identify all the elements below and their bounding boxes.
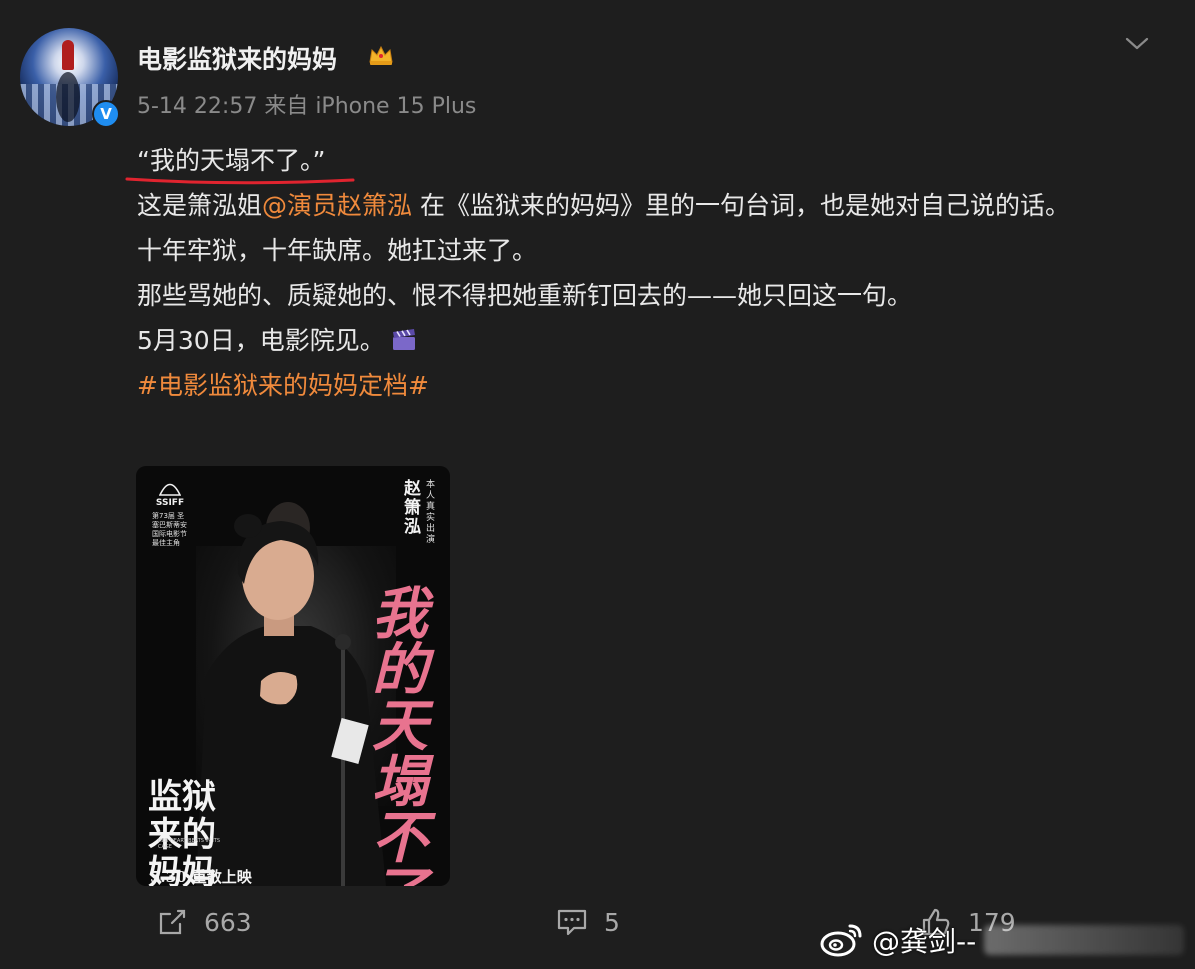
repost-count: 663 [204,907,252,937]
festival-logo: SSIFF [152,480,188,508]
poster-film-title-en: HER HEART BEATS IN ITS CAGE [158,838,221,850]
actor-note: 本人真实出演 [426,480,436,545]
post-line-2: 这是箫泓姐@演员赵箫泓 在《监狱来的妈妈》里的一句台词，也是她对自己说的话。 [137,183,1157,228]
hashtag-link[interactable]: #电影监狱来的妈妈定档# [137,363,1157,408]
line5-text: 5月30日，电影院见。 [137,326,385,355]
line2-suffix: 在《监狱来的妈妈》里的一句台词，也是她对自己说的话。 [412,191,1070,220]
festival-logo-text: SSIFF [155,498,185,508]
watermark-blur [984,925,1185,955]
shell-icon [159,483,181,496]
comment-icon [557,909,587,936]
comment-count: 5 [604,907,620,937]
line2-prefix: 这是箫泓姐 [137,191,263,220]
red-underline-mark [125,177,355,185]
mention-link[interactable]: @演员赵箫泓 [262,191,412,220]
author-name[interactable]: 电影监狱来的妈妈 [137,40,337,76]
post-line-5: 5月30日，电影院见。 [137,318,1157,363]
clapperboard-emoji-icon [392,329,415,350]
comment-button[interactable]: 5 [556,906,620,938]
chevron-down-icon[interactable] [1124,34,1150,54]
post-source: 来自 iPhone 15 Plus [264,94,477,119]
repost-button[interactable]: 663 [156,906,252,938]
actor-name: 赵箫泓 [404,479,421,537]
share-icon [159,909,186,935]
poster-release-date: 5.30 重散上映 [150,868,252,886]
post-line-3: 十年牢狱，十年缺席。她扛过来了。 [137,236,538,265]
weibo-watermark: @龚剑-- [820,920,1185,960]
poster-tagline: 我的天塌不了 [372,581,428,886]
festival-note: 第73届 圣塞巴斯蒂安国际电影节 最佳主角 [152,512,187,547]
crown-icon [369,45,393,65]
verified-badge-icon: V [92,100,120,128]
avatar-figure [62,40,74,70]
movie-poster-image[interactable]: SSIFF 第73届 圣塞巴斯蒂安国际电影节 最佳主角 赵箫泓 本人真实出演 我… [136,466,450,886]
quote-line: “我的天塌不了。” [125,138,355,185]
weibo-logo-icon [820,924,862,957]
post-line-4: 那些骂她的、质疑她的、恨不得把她重新钉回去的——她只回这一句。 [137,281,913,310]
quote-text: “我的天塌不了。” [137,146,326,175]
post-timestamp[interactable]: 5-14 22:57 [137,94,257,119]
post-body: “我的天塌不了。” 这是箫泓姐@演员赵箫泓 在《监狱来的妈妈》里的一句台词，也是… [125,138,1157,408]
post-meta: 5-14 22:57 来自 iPhone 15 Plus [137,88,476,120]
watermark-text: @龚剑-- [872,925,977,958]
avatar-shadow [56,72,80,122]
